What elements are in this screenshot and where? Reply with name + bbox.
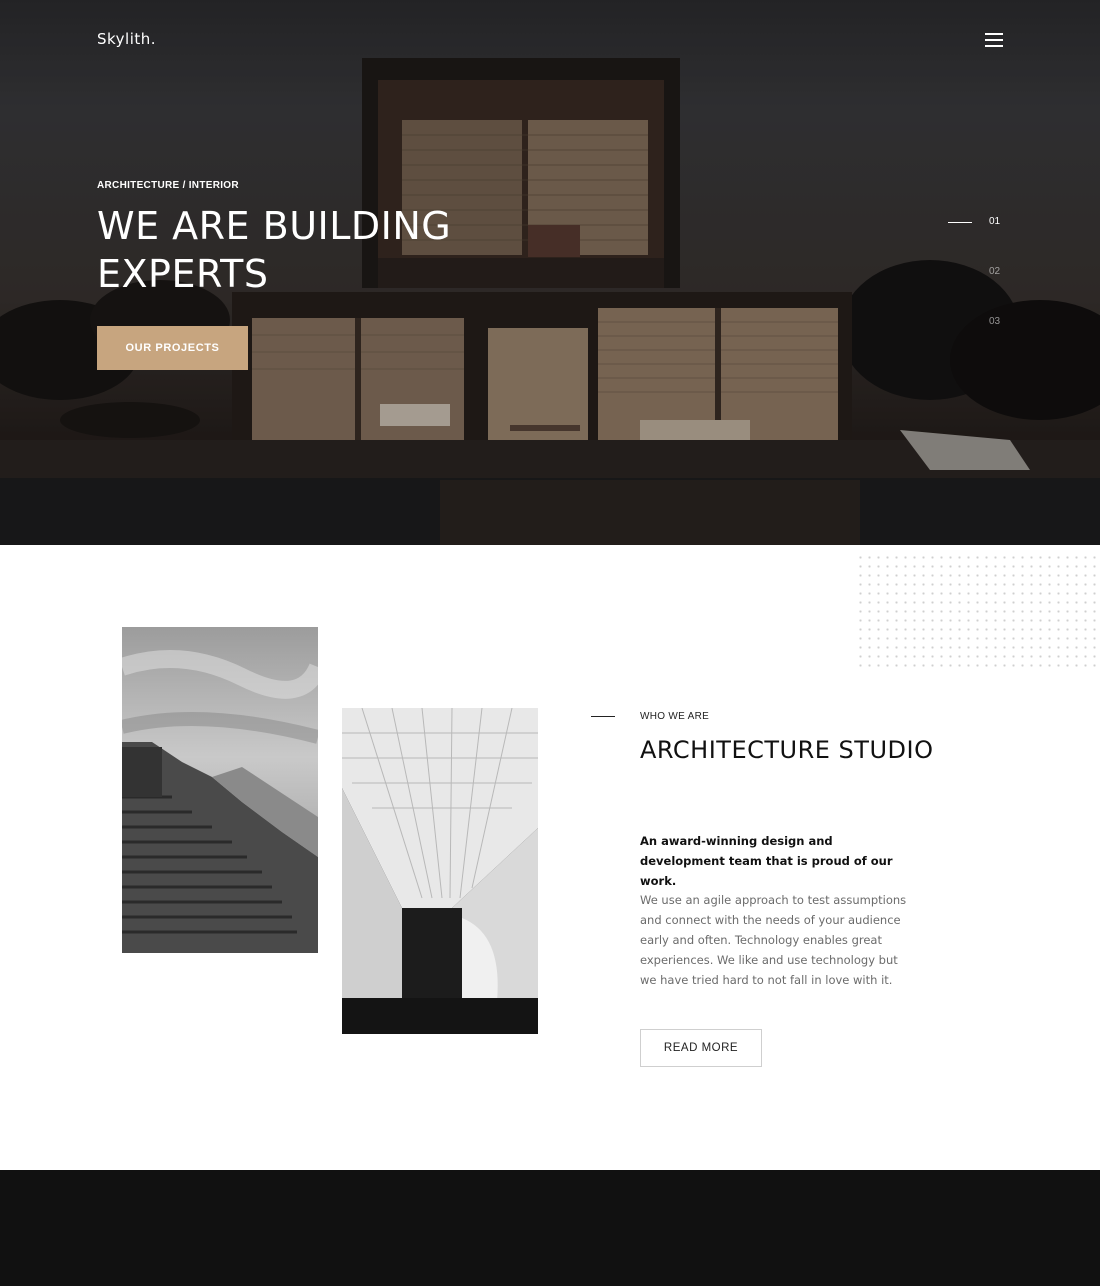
dot-pattern-decoration xyxy=(856,553,1096,671)
hamburger-menu-icon[interactable] xyxy=(985,33,1003,47)
slide-number: 03 xyxy=(989,316,1001,327)
slide-indicator-3[interactable]: 03 xyxy=(940,312,1010,332)
section-label-line xyxy=(591,716,615,717)
slide-number: 01 xyxy=(989,216,1001,227)
hero-title: WE ARE BUILDING EXPERTS xyxy=(97,204,452,296)
about-body-text: We use an agile approach to test assumpt… xyxy=(640,893,907,987)
site-logo[interactable]: Skylith. xyxy=(97,30,156,48)
our-projects-button[interactable]: OUR PROJECTS xyxy=(97,326,248,370)
about-title: ARCHITECTURE STUDIO xyxy=(640,736,934,764)
section-label: WHO WE ARE xyxy=(640,711,710,722)
read-more-button[interactable]: READ MORE xyxy=(640,1029,762,1067)
active-slide-line xyxy=(948,222,972,223)
stairs-photo xyxy=(122,627,318,953)
slide-indicator-2[interactable]: 02 xyxy=(940,262,1010,282)
slide-indicator-1[interactable]: 01 xyxy=(940,212,1010,232)
slide-number: 02 xyxy=(989,266,1001,277)
hallway-photo xyxy=(342,708,538,1034)
hero-eyebrow: ARCHITECTURE / INTERIOR xyxy=(97,180,239,191)
hero-section: Skylith. ARCHITECTURE / INTERIOR WE ARE … xyxy=(0,0,1100,545)
dark-section xyxy=(0,1170,1100,1286)
about-lead-text: An award-winning design and development … xyxy=(640,834,893,888)
